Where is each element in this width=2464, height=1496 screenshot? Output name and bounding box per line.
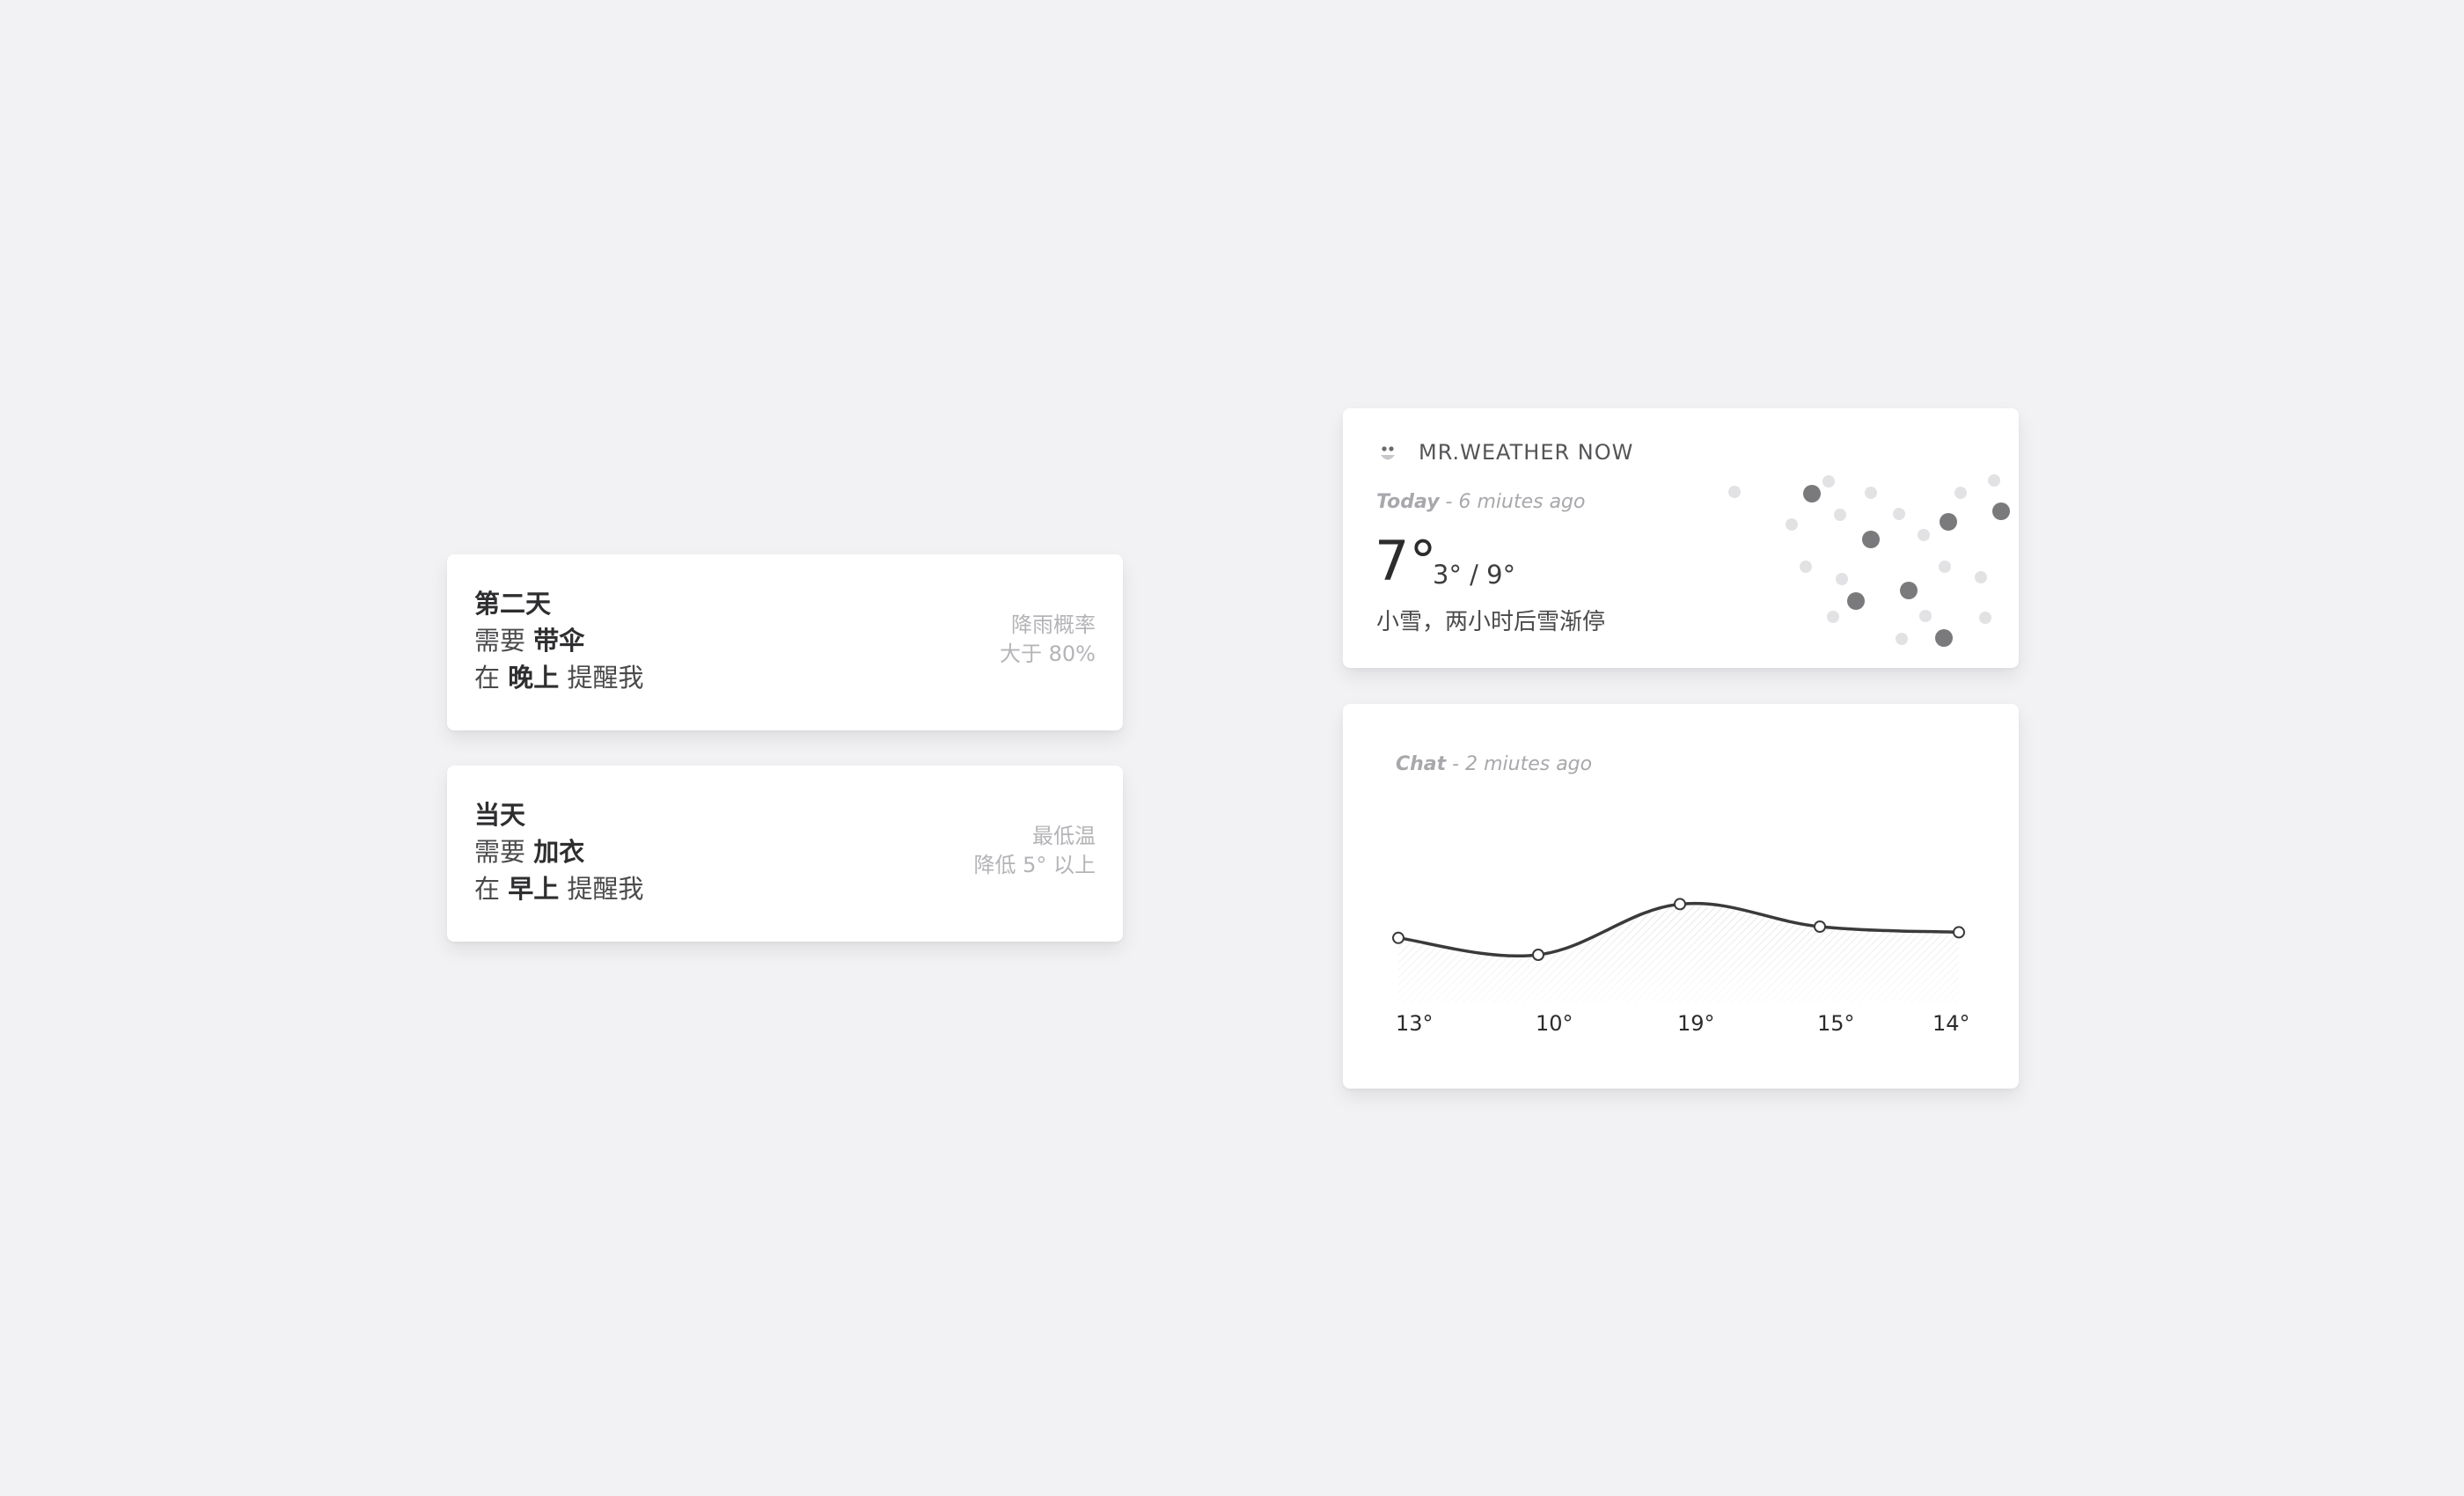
reminder-need-line: 需要 加衣 [474,833,643,870]
x-tick-label: 19° [1677,1011,1715,1036]
snowflake-dot [1979,612,1991,624]
reminder-need-line: 需要 带伞 [474,622,643,659]
reminder-time-line: 在 晚上 提醒我 [474,659,643,696]
snowflake-dot [1992,502,2010,520]
snowflake-dot [1918,529,1930,541]
brand-name: MR.WEATHER NOW [1419,440,1634,465]
snowflake-dot [1988,474,2000,487]
snowflake-dot [1919,610,1932,622]
snowflake-dot [1834,509,1846,521]
x-tick-label: 10° [1536,1011,1573,1036]
snowflake-dot [1862,531,1880,548]
current-temperature: 7° [1375,529,1437,593]
reminder-condition-value: 大于 80% [1000,642,1096,666]
chart-point [1814,920,1826,933]
weather-now-card[interactable]: MR.WEATHER NOW Today - 6 miutes ago 7° 3… [1343,408,2019,668]
reminder-card-rain[interactable]: 第二天 需要 带伞 在 晚上 提醒我 降雨概率 大于 80% [447,554,1123,730]
temperature-range: 3° / 9° [1433,560,1516,590]
snowflake-dot [1865,487,1877,499]
snowflake-dot [1939,561,1951,573]
reminder-time-suffix: 提醒我 [567,874,644,904]
reminder-time-value: 早上 [508,874,560,904]
snowflake-dot [1803,485,1821,502]
smiley-logo-icon [1381,446,1395,460]
x-tick-label: 15° [1817,1011,1855,1036]
chart-point [1532,949,1544,961]
reminder-condition: 最低温 降低 5° 以上 [973,822,1096,880]
temperature-chart-card[interactable]: Chat - 2 miutes ago 13° 10° 19° 15° 14° [1343,704,2019,1089]
updated-time-label: Today [1376,491,1440,513]
snowflake-dot [1935,629,1953,647]
reminder-need-prefix: 需要 [474,837,526,867]
reminder-title: 当天 [474,800,526,830]
snowflake-dot [1800,561,1812,573]
reminder-text: 第二天 需要 带伞 在 晚上 提醒我 [474,585,643,696]
weather-description: 小雪，两小时后雪渐停 [1376,609,1606,635]
chart-point [1953,926,1965,939]
snowflake-dot [1900,582,1918,599]
updated-time: Today - 6 miutes ago [1376,491,1585,513]
reminder-title: 第二天 [474,589,552,619]
snowflake-dot [1847,592,1865,610]
chart-point [1392,931,1404,944]
reminder-time-line: 在 早上 提醒我 [474,870,643,907]
updated-time-ago: - 6 miutes ago [1445,491,1586,513]
snowflake-dot [1954,487,1967,499]
snowflake-dot [1896,633,1908,645]
x-tick-label: 13° [1396,1011,1434,1036]
reminder-need-item: 带伞 [533,626,585,656]
snowflake-dot [1827,611,1839,623]
reminder-time-prefix: 在 [474,663,501,693]
reminder-card-cold[interactable]: 当天 需要 加衣 在 早上 提醒我 最低温 降低 5° 以上 [447,766,1123,942]
temperature-line-chart: 13° 10° 19° 15° 14° [1392,898,1970,1036]
snowflake-dot [1822,475,1835,488]
reminder-time-prefix: 在 [474,874,501,904]
x-tick-label: 14° [1932,1011,1970,1036]
reminder-condition-label: 最低温 [1032,824,1096,848]
snowflake-dot [1940,513,1957,531]
snowflake-dot [1786,518,1798,531]
reminder-condition: 降雨概率 大于 80% [1000,611,1096,669]
reminder-need-item: 加衣 [533,837,585,867]
chart-point [1674,898,1686,911]
reminder-need-prefix: 需要 [474,626,526,656]
snowflake-dot [1728,486,1741,498]
reminder-condition-label: 降雨概率 [1011,612,1096,637]
snowflake-dot [1893,508,1905,520]
snowflake-dot [1975,571,1987,583]
reminder-condition-value: 降低 5° 以上 [973,853,1096,877]
reminder-time-suffix: 提醒我 [567,663,644,693]
reminder-time-value: 晚上 [508,663,560,693]
snowflake-dot [1836,573,1848,585]
reminder-text: 当天 需要 加衣 在 早上 提醒我 [474,796,643,907]
